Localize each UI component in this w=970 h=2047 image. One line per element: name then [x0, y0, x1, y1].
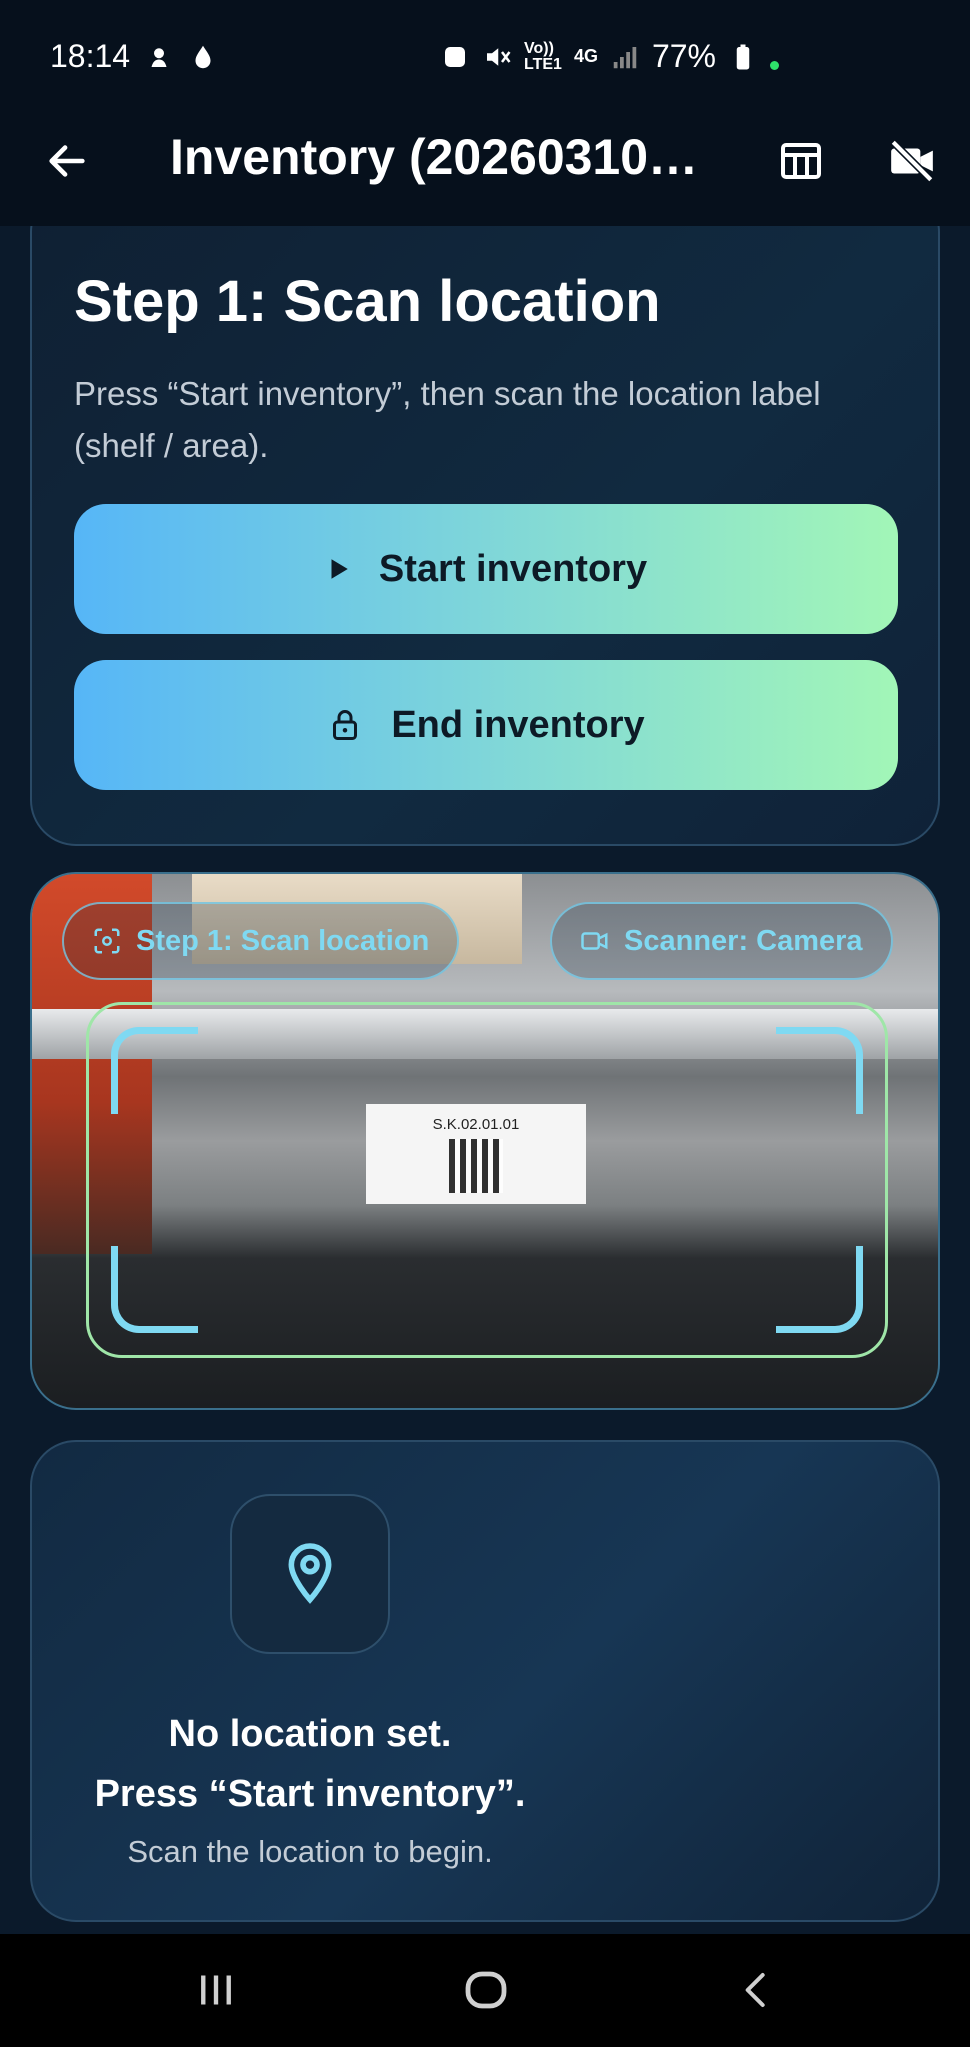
camera-preview[interactable]: S.K.02.01.01 Step 1: Scan location Scann…	[30, 872, 940, 1410]
map-pin-icon	[288, 1543, 332, 1604]
start-inventory-label: Start inventory	[378, 547, 648, 590]
lte-label: LTE1	[524, 55, 562, 73]
no-location-title: No location set. Press “Start inventory”…	[94, 1713, 526, 1815]
end-inventory-label: End inventory	[391, 703, 645, 746]
location-pin-container	[230, 1494, 390, 1654]
status-bar: 18:14 Vo)) LTE1 4G 77%	[0, 0, 970, 100]
volte-text: Vo)) LTE1	[524, 39, 562, 73]
scan-frame	[86, 1002, 888, 1358]
status-time: 18:14	[50, 38, 131, 74]
signal-icon	[613, 46, 637, 68]
scan-focus-icon	[94, 928, 120, 954]
status-left: 18:14	[50, 38, 218, 75]
video-off-icon	[890, 139, 934, 183]
no-location-subtitle: Scan the location to begin.	[127, 1834, 493, 1869]
step-description: Press “Start inventory”, then scan the l…	[74, 375, 821, 464]
drop-icon	[195, 45, 211, 68]
home-icon	[465, 1971, 507, 2009]
volte-label: Vo))	[524, 39, 554, 57]
scan-corner-bottom-right	[776, 1246, 863, 1333]
battery-percent: 77%	[651, 38, 716, 74]
network-gen: 4G	[573, 46, 598, 66]
scan-corner-top-left	[111, 1027, 198, 1114]
home-button[interactable]	[436, 1952, 536, 2028]
lock-icon	[333, 710, 358, 740]
back-button[interactable]	[32, 126, 102, 196]
notification-icon	[151, 47, 167, 67]
recents-button[interactable]	[166, 1952, 266, 2028]
mute-icon	[487, 47, 511, 66]
location-status-card: No location set. Press “Start inventory”…	[30, 1440, 940, 1922]
step-chip: Step 1: Scan location	[62, 902, 460, 980]
step-title: Step 1: Scan location	[74, 269, 661, 334]
system-back-button[interactable]	[706, 1952, 806, 2028]
table-icon	[781, 143, 821, 179]
step-chip-label: Step 1: Scan location	[136, 924, 430, 957]
battery-icon	[736, 44, 750, 69]
scanner-chip-label: Scanner: Camera	[624, 924, 863, 957]
chevron-left-icon	[745, 1973, 765, 2007]
step-card: Step 1: Scan location Press “Start inven…	[30, 226, 940, 846]
camera-toggle-button[interactable]	[877, 126, 947, 196]
video-camera-icon	[581, 932, 608, 950]
end-inventory-button[interactable]: End inventory	[74, 660, 898, 790]
recents-icon	[201, 1975, 231, 2005]
table-view-button[interactable]	[766, 126, 836, 196]
page-title: Inventory (20260310…	[170, 129, 699, 185]
play-icon	[331, 559, 348, 579]
scroll-content[interactable]: Step 1: Scan location Press “Start inven…	[0, 226, 970, 1934]
status-right: Vo)) LTE1 4G 77%	[440, 38, 779, 75]
scan-corner-bottom-left	[111, 1246, 198, 1333]
system-nav-bar	[0, 1934, 970, 2047]
charging-dot-icon	[770, 61, 779, 70]
scanner-source-chip[interactable]: Scanner: Camera	[550, 902, 893, 980]
scan-corner-top-right	[776, 1027, 863, 1114]
arrow-left-icon	[49, 145, 85, 177]
recycle-icon	[445, 46, 465, 67]
start-inventory-button[interactable]: Start inventory	[74, 504, 898, 634]
